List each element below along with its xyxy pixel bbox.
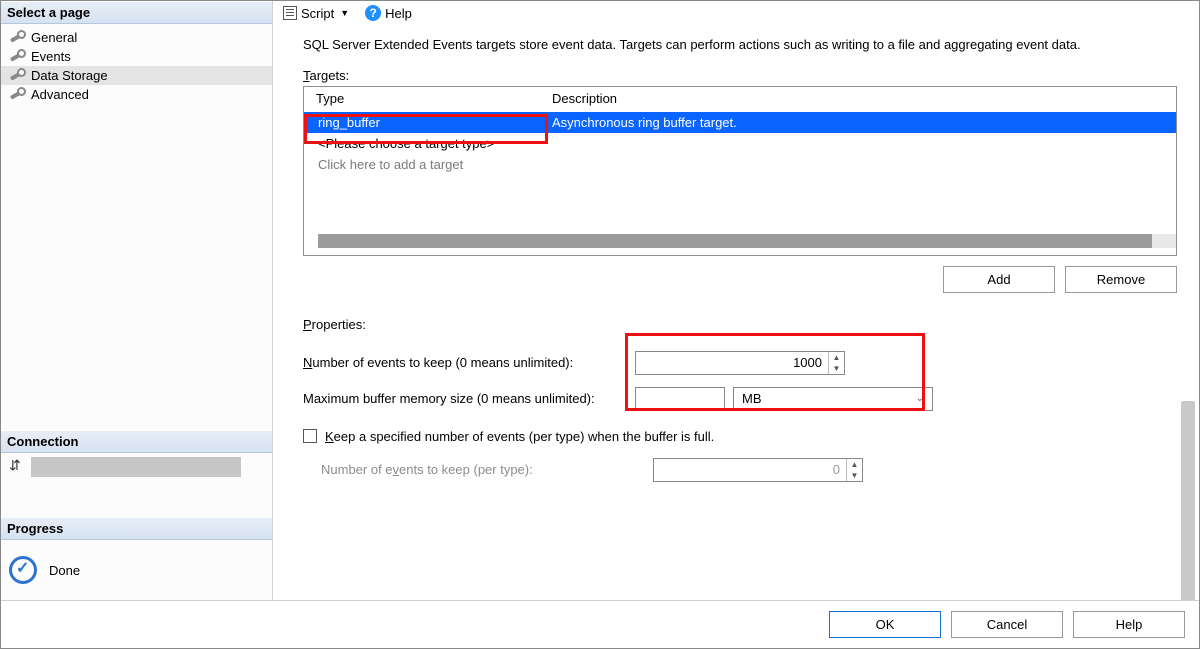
select-page-header: Select a page bbox=[1, 1, 272, 24]
remove-button[interactable]: Remove bbox=[1065, 266, 1177, 293]
placeholder-add-text: Click here to add a target bbox=[318, 157, 463, 172]
chevron-up-icon: ▲ bbox=[847, 459, 862, 470]
table-row[interactable]: ring_buffer Asynchronous ring buffer tar… bbox=[304, 112, 1176, 133]
cell-type: ring_buffer bbox=[318, 115, 552, 130]
toolbar: Script ▼ ? Help bbox=[273, 1, 1199, 25]
help-label: Help bbox=[385, 6, 412, 21]
num-events-input[interactable] bbox=[636, 355, 828, 370]
server-name-placeholder bbox=[31, 457, 241, 477]
chevron-up-icon[interactable]: ▲ bbox=[829, 352, 844, 363]
col-type-header: Type bbox=[316, 91, 552, 106]
max-buffer-label: Maximum buffer memory size (0 means unli… bbox=[303, 391, 623, 406]
sidebar-item-label: General bbox=[31, 30, 77, 45]
targets-table-header: Type Description bbox=[304, 87, 1176, 112]
wrench-icon bbox=[9, 50, 25, 64]
add-button[interactable]: Add bbox=[943, 266, 1055, 293]
server-icon: ⇵ bbox=[9, 457, 27, 474]
help-button[interactable]: ? Help bbox=[359, 3, 418, 23]
sidebar-item-label: Data Storage bbox=[31, 68, 108, 83]
progress-done-icon bbox=[9, 556, 37, 584]
keep-events-checkbox[interactable] bbox=[303, 429, 317, 443]
table-row-add-target[interactable]: Click here to add a target bbox=[304, 154, 1176, 175]
horizontal-scrollbar[interactable] bbox=[318, 233, 1152, 249]
num-events-spinner[interactable]: ▲▼ bbox=[635, 351, 845, 375]
chevron-down-icon[interactable]: ▼ bbox=[829, 363, 844, 374]
help-button[interactable]: Help bbox=[1073, 611, 1185, 638]
connection-header: Connection bbox=[1, 430, 272, 453]
chevron-down-icon: ⌄ bbox=[916, 393, 924, 404]
col-desc-header: Description bbox=[552, 91, 1166, 106]
placeholder-dropdown-text: <Please choose a target type> bbox=[318, 136, 494, 151]
table-row-placeholder-dropdown[interactable]: <Please choose a target type> bbox=[304, 133, 1176, 154]
sidebar-item-advanced[interactable]: Advanced bbox=[1, 85, 272, 104]
sidebar-item-label: Advanced bbox=[31, 87, 89, 102]
chevron-down-icon: ▼ bbox=[340, 8, 349, 18]
connection-block: ⇵ bbox=[1, 453, 272, 517]
keep-events-label: Keep a specified number of events (per t… bbox=[325, 429, 714, 444]
spinner-buttons: ▲▼ bbox=[846, 459, 862, 481]
num-events-label: Number of events to keep (0 means unlimi… bbox=[303, 355, 623, 370]
max-buffer-unit-value: MB bbox=[742, 391, 762, 406]
sidebar-item-data-storage[interactable]: Data Storage bbox=[1, 66, 272, 85]
script-dropdown[interactable]: Script ▼ bbox=[277, 4, 355, 23]
vertical-scrollbar[interactable] bbox=[1181, 401, 1195, 600]
max-buffer-spinner[interactable] bbox=[635, 387, 725, 411]
right-panel: Script ▼ ? Help SQL Server Extended Even… bbox=[273, 1, 1199, 600]
left-panel: Select a page General Events Data Storag… bbox=[1, 1, 273, 600]
targets-table[interactable]: Type Description ring_buffer Asynchronou… bbox=[303, 86, 1177, 256]
chevron-down-icon: ▼ bbox=[847, 470, 862, 481]
spinner-buttons[interactable]: ▲▼ bbox=[828, 352, 844, 374]
sidebar-item-general[interactable]: General bbox=[1, 28, 272, 47]
sidebar-item-events[interactable]: Events bbox=[1, 47, 272, 66]
per-type-label: Number of events to keep (per type): bbox=[321, 462, 641, 477]
wrench-icon bbox=[9, 31, 25, 45]
script-icon bbox=[283, 6, 297, 20]
per-type-input bbox=[654, 462, 846, 477]
intro-text: SQL Server Extended Events targets store… bbox=[303, 37, 1173, 54]
targets-label: Targets: bbox=[303, 68, 1177, 83]
cancel-button[interactable]: Cancel bbox=[951, 611, 1063, 638]
per-type-spinner: ▲▼ bbox=[653, 458, 863, 482]
wrench-icon bbox=[9, 69, 25, 83]
script-label: Script bbox=[301, 6, 334, 21]
help-icon: ? bbox=[365, 5, 381, 21]
wrench-icon bbox=[9, 88, 25, 102]
ok-button[interactable]: OK bbox=[829, 611, 941, 638]
progress-header: Progress bbox=[1, 517, 272, 540]
cell-desc: Asynchronous ring buffer target. bbox=[552, 115, 1166, 130]
sidebar-item-label: Events bbox=[31, 49, 71, 64]
properties-label: Properties: bbox=[303, 317, 1177, 332]
dialog-footer: OK Cancel Help bbox=[1, 600, 1199, 648]
max-buffer-unit-select[interactable]: MB ⌄ bbox=[733, 387, 933, 411]
progress-status: Done bbox=[49, 563, 80, 578]
